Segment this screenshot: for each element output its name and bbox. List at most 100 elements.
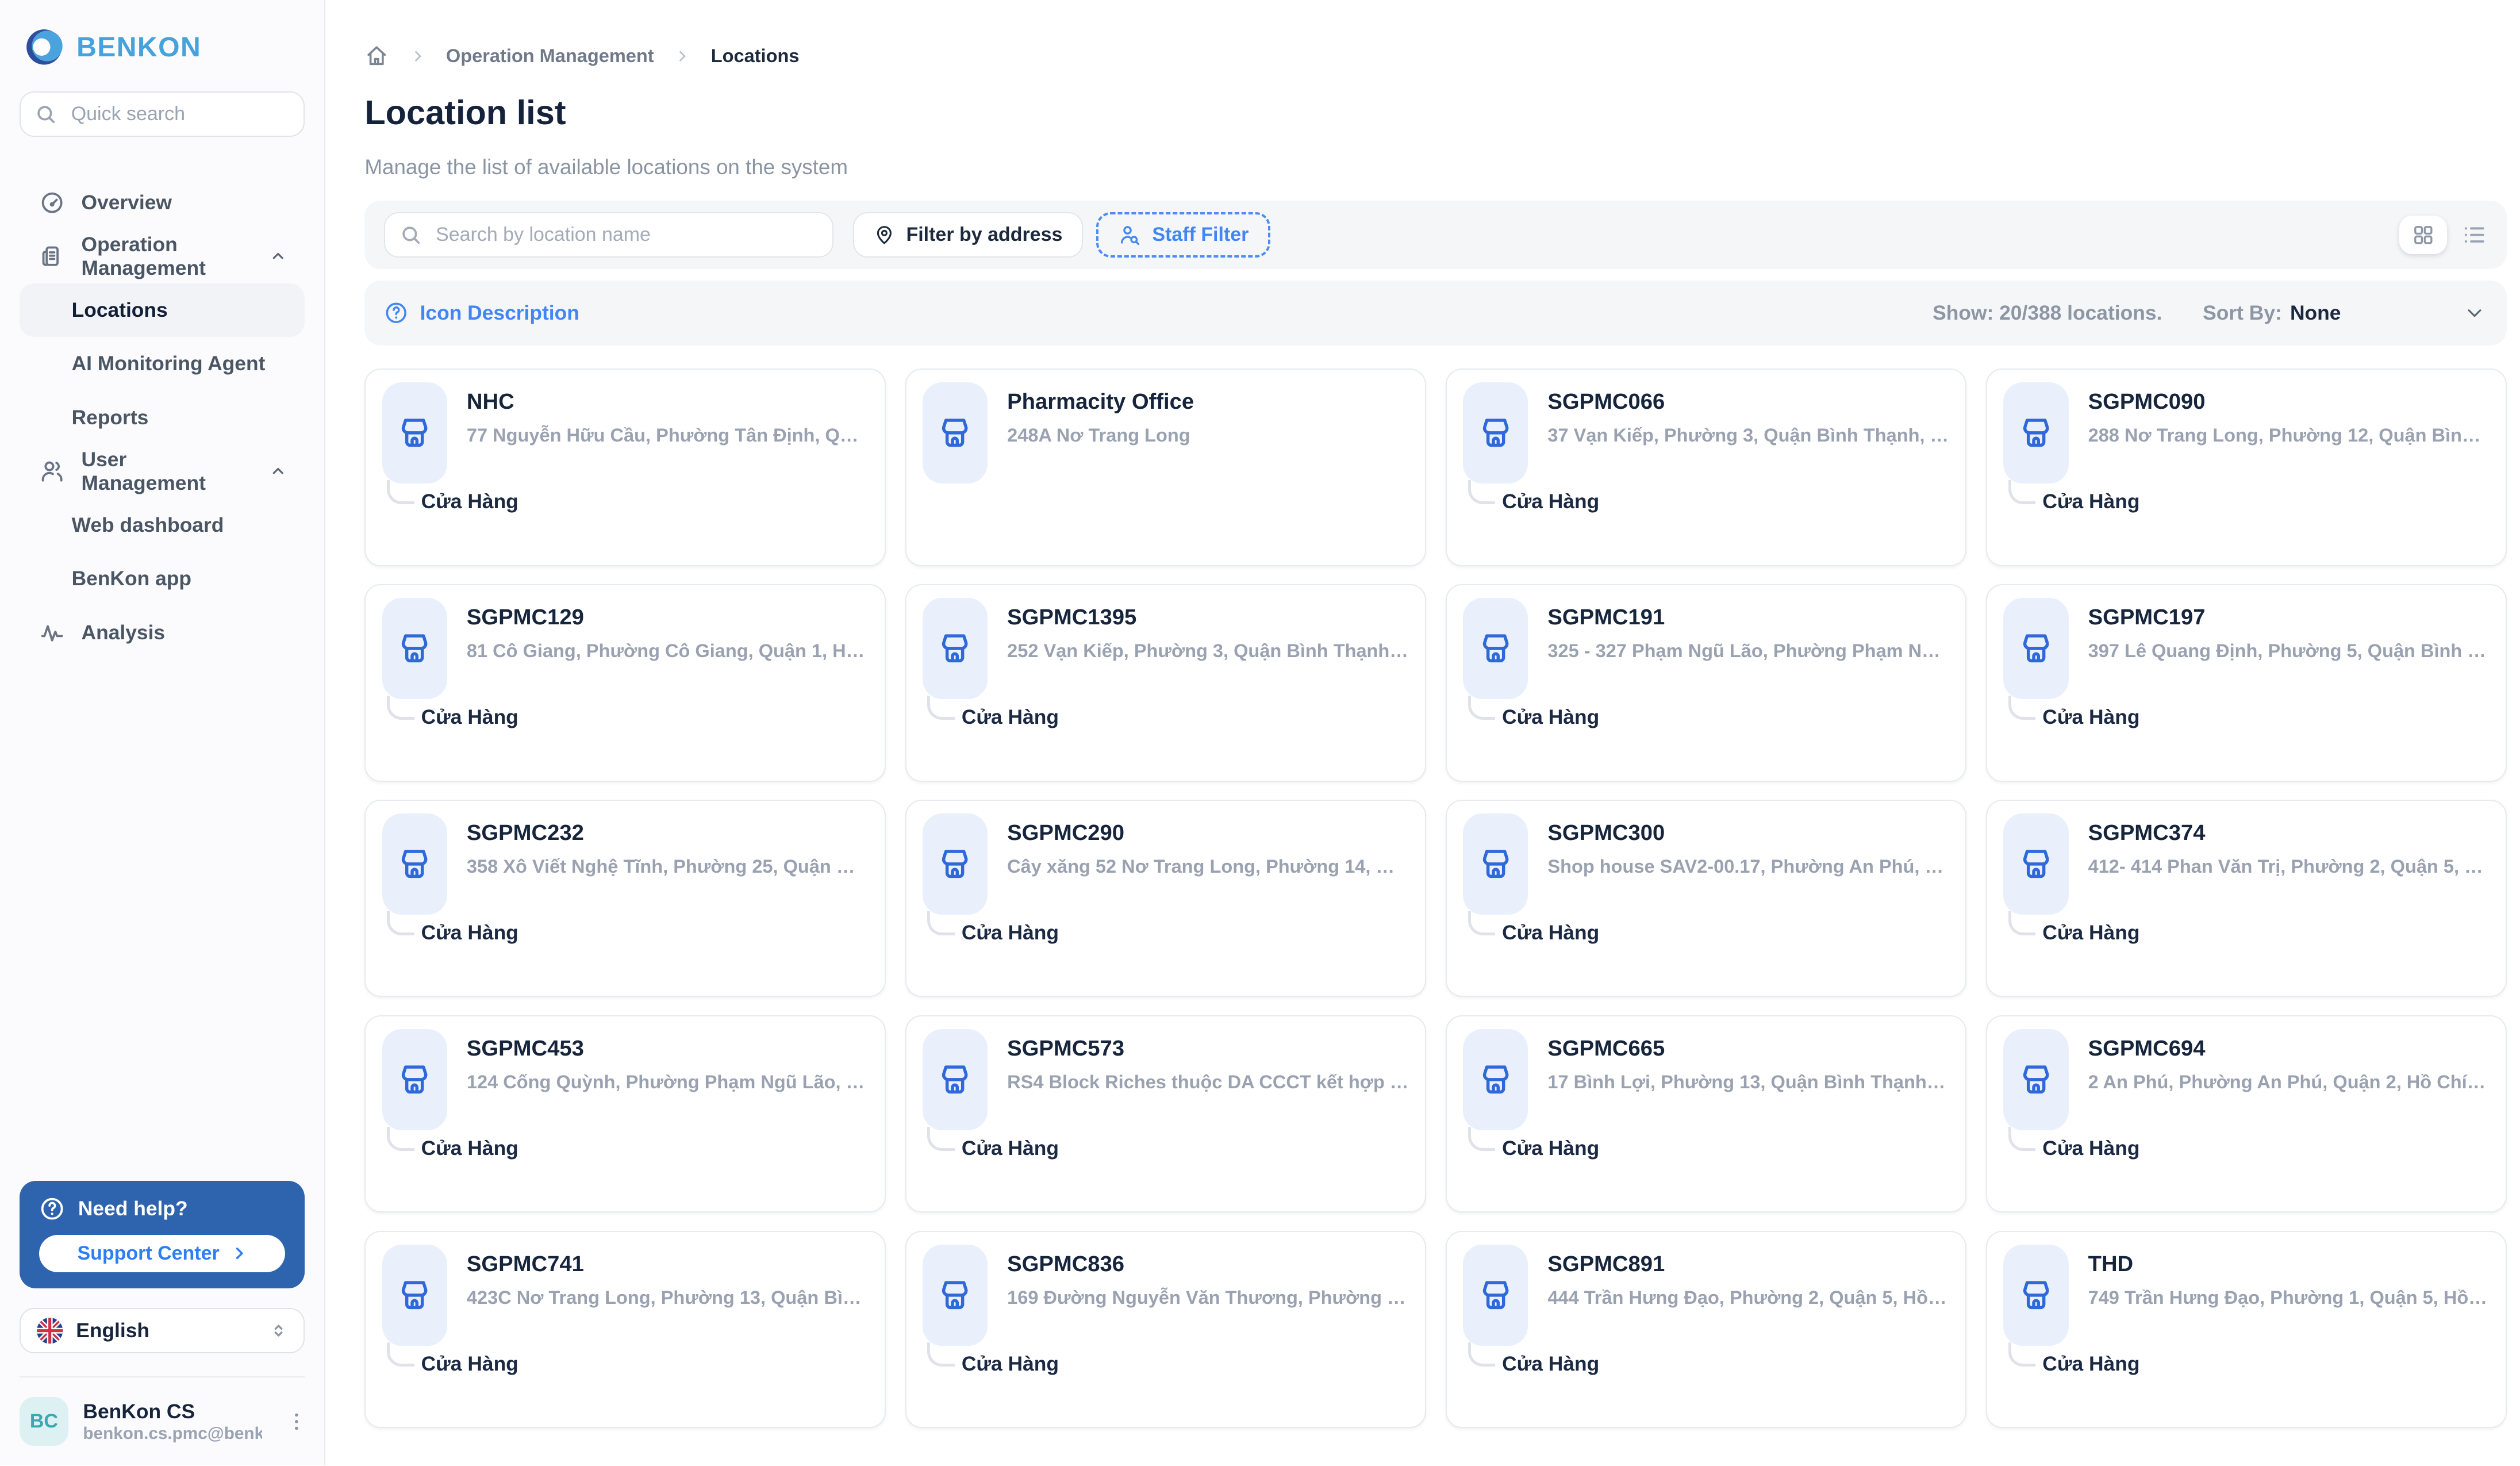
quick-search-box[interactable]: [19, 91, 305, 137]
support-center-button[interactable]: Support Center: [39, 1234, 286, 1272]
sidebar-item-overview[interactable]: Overview: [20, 176, 305, 229]
location-name: SGPMC836: [1007, 1251, 1125, 1276]
sort-by-group[interactable]: Sort By: None: [2203, 301, 2341, 325]
app-window: BENKON Overview Operation Management: [0, 0, 2520, 1465]
storefront-icon: [397, 415, 432, 451]
store-icon-badge: [2003, 598, 2069, 699]
sidebar-item-reports[interactable]: Reports: [20, 391, 305, 444]
storefront-icon: [2018, 415, 2054, 451]
quick-search-input[interactable]: [68, 101, 289, 127]
location-type-label: Cửa Hàng: [1502, 1137, 1600, 1160]
location-card[interactable]: SGPMC374 412- 414 Phan Văn Trị, Phường 2…: [1986, 799, 2507, 997]
location-card[interactable]: SGPMC1395 252 Vạn Kiếp, Phường 3, Quận B…: [905, 584, 1426, 782]
store-icon-badge: [1463, 598, 1528, 699]
sidebar-item-label: BenKon app: [71, 567, 191, 590]
location-card[interactable]: SGPMC232 358 Xô Viết Nghệ Tĩnh, Phường 2…: [364, 799, 886, 997]
location-card[interactable]: SGPMC129 81 Cô Giang, Phường Cô Giang, Q…: [364, 584, 886, 782]
location-address: RS4 Block Riches thuộc DA CCCT kết hợp T…: [1007, 1071, 1408, 1092]
store-icon-badge: [2003, 813, 2069, 915]
user-info: BenKon CS benkon.cs.pmc@benkon....: [83, 1399, 262, 1444]
sidebar-item-user-management[interactable]: User Management: [20, 444, 305, 498]
person-search-icon: [1118, 224, 1141, 247]
location-name: SGPMC891: [1547, 1251, 1665, 1276]
location-address: 325 - 327 Phạm Ngũ Lão, Phường Phạm Ngũ …: [1547, 640, 1949, 661]
location-card[interactable]: SGPMC191 325 - 327 Phạm Ngũ Lão, Phường …: [1445, 584, 1967, 782]
location-card[interactable]: SGPMC891 444 Trần Hưng Đạo, Phường 2, Qu…: [1445, 1230, 1967, 1429]
location-address: 749 Trần Hưng Đạo, Phường 1, Quận 5, Hồ …: [2088, 1287, 2490, 1308]
store-icon-badge: [2003, 382, 2069, 483]
tree-connector: [387, 480, 414, 505]
location-card[interactable]: SGPMC300 Shop house SAV2-00.17, Phường A…: [1445, 799, 1967, 997]
store-icon-badge: [922, 382, 988, 483]
list-view-button[interactable]: [2461, 222, 2487, 248]
location-search-box[interactable]: [384, 212, 833, 258]
operations-icon: [39, 243, 65, 269]
brand-logo[interactable]: BENKON: [0, 0, 324, 68]
location-card[interactable]: SGPMC694 2 An Phú, Phường An Phú, Quận 2…: [1986, 1015, 2507, 1213]
tree-connector: [1468, 480, 1496, 505]
location-name: SGPMC066: [1547, 389, 1665, 414]
home-icon[interactable]: [364, 44, 389, 68]
breadcrumb-operation-management[interactable]: Operation Management: [446, 45, 654, 67]
location-card[interactable]: THD 749 Trần Hưng Đạo, Phường 1, Quận 5,…: [1986, 1230, 2507, 1429]
location-card[interactable]: SGPMC290 Cây xăng 52 Nơ Trang Long, Phườ…: [905, 799, 1426, 997]
location-card[interactable]: Pharmacity Office 248A Nơ Trang Long: [905, 368, 1426, 566]
sidebar-bottom: Need help? Support Center English BC Ben…: [0, 1181, 324, 1465]
search-icon: [35, 103, 56, 125]
location-card[interactable]: SGPMC573 RS4 Block Riches thuộc DA CCCT …: [905, 1015, 1426, 1213]
tree-connector: [2008, 480, 2036, 505]
location-card[interactable]: NHC 77 Nguyễn Hữu Cầu, Phường Tân Định, …: [364, 368, 886, 566]
location-card[interactable]: SGPMC066 37 Vạn Kiếp, Phường 3, Quận Bìn…: [1445, 368, 1967, 566]
tree-connector: [387, 696, 414, 720]
location-card[interactable]: SGPMC453 124 Cống Quỳnh, Phường Phạm Ngũ…: [364, 1015, 886, 1213]
storefront-icon: [2018, 1277, 2054, 1313]
icon-description-link[interactable]: Icon Description: [384, 301, 579, 325]
location-card[interactable]: SGPMC665 17 Bình Lợi, Phường 13, Quận Bì…: [1445, 1015, 1967, 1213]
breadcrumb-locations[interactable]: Locations: [711, 45, 800, 67]
sidebar-item-ai-monitoring-agent[interactable]: AI Monitoring Agent: [20, 337, 305, 390]
location-type-label: Cửa Hàng: [961, 1137, 1059, 1160]
location-card[interactable]: SGPMC836 169 Đường Nguyễn Văn Thương, Ph…: [905, 1230, 1426, 1429]
location-name: SGPMC374: [2088, 820, 2206, 845]
store-icon-badge: [382, 813, 447, 915]
location-grid: NHC 77 Nguyễn Hữu Cầu, Phường Tân Định, …: [364, 368, 2507, 1429]
grid-view-button[interactable]: [2399, 215, 2447, 255]
staff-filter-button[interactable]: Staff Filter: [1096, 212, 1271, 258]
language-selector[interactable]: English: [19, 1307, 305, 1354]
user-profile[interactable]: BC BenKon CS benkon.cs.pmc@benkon....: [0, 1377, 324, 1465]
location-card[interactable]: SGPMC090 288 Nơ Trang Long, Phường 12, Q…: [1986, 368, 2507, 566]
kebab-menu-icon[interactable]: [285, 1410, 308, 1433]
sidebar-item-web-dashboard[interactable]: Web dashboard: [20, 498, 305, 552]
sidebar-item-label: User Management: [81, 447, 206, 494]
location-search-input[interactable]: [432, 222, 818, 248]
location-name: SGPMC232: [466, 820, 584, 845]
tree-connector: [1468, 911, 1496, 936]
filter-by-address-button[interactable]: Filter by address: [852, 212, 1084, 258]
sidebar-item-benkon-app[interactable]: BenKon app: [20, 552, 305, 605]
sidebar-item-label: Analysis: [81, 620, 166, 644]
sidebar-item-analysis[interactable]: Analysis: [20, 605, 305, 659]
store-icon-badge: [1463, 1245, 1528, 1346]
filter-toolbar: Filter by address Staff Filter: [364, 201, 2507, 269]
storefront-icon: [1478, 1062, 1513, 1097]
staff-filter-label: Staff Filter: [1152, 224, 1249, 246]
sidebar-item-locations[interactable]: Locations: [19, 283, 305, 337]
chevron-up-icon: [271, 249, 285, 263]
storefront-icon: [1478, 631, 1513, 666]
sidebar-item-label: Operation Management: [81, 232, 206, 279]
icon-description-label: Icon Description: [420, 301, 579, 324]
sidebar-item-operation-management[interactable]: Operation Management: [20, 229, 305, 283]
sidebar-item-label: AI Monitoring Agent: [71, 352, 266, 375]
location-address: 397 Lê Quang Định, Phường 5, Quận Bình T…: [2088, 640, 2490, 661]
store-icon-badge: [922, 598, 988, 699]
location-card[interactable]: SGPMC197 397 Lê Quang Định, Phường 5, Qu…: [1986, 584, 2507, 782]
location-name: THD: [2088, 1251, 2134, 1276]
show-count-text: Show: 20/388 locations.: [1933, 301, 2162, 324]
location-card[interactable]: SGPMC741 423C Nơ Trang Long, Phường 13, …: [364, 1230, 886, 1429]
store-icon-badge: [1463, 382, 1528, 483]
store-icon-badge: [922, 1029, 988, 1130]
chevron-down-icon[interactable]: [2465, 303, 2484, 323]
location-address: 169 Đường Nguyễn Văn Thương, Phường 25, …: [1007, 1287, 1408, 1308]
location-address: Shop house SAV2-00.17, Phường An Phú, Qu…: [1547, 855, 1949, 877]
location-type-label: Cửa Hàng: [2042, 490, 2140, 513]
